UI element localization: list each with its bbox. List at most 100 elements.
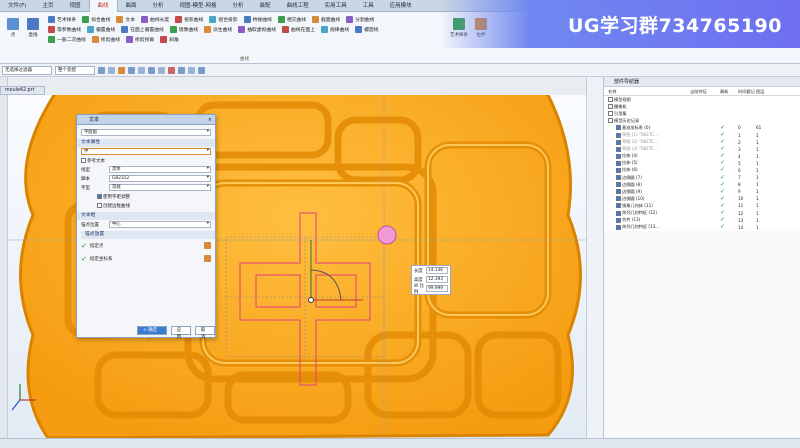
filter-select[interactable]: 无选择过滤器	[2, 65, 52, 75]
ribbon-item[interactable]: 在面上偏置曲线	[121, 25, 164, 34]
ribbon-item[interactable]: 抽取虚拟曲线	[238, 25, 276, 34]
csys-dialog-icon[interactable]	[204, 255, 211, 262]
apply-button[interactable]: 应用	[170, 326, 191, 340]
intersect-icon[interactable]	[158, 66, 165, 74]
ribbon-item[interactable]: 偏置曲线	[87, 25, 115, 34]
visibility-checkbox[interactable]	[608, 118, 613, 124]
ribbon-item[interactable]: 分割曲线	[346, 15, 374, 24]
ribbon-item[interactable]: 桥接曲线	[243, 15, 272, 24]
tree-row[interactable]: 镜像几何体 (11) ✓ 11 1	[604, 202, 800, 209]
menu-tab[interactable]: 曲线工程	[279, 0, 317, 12]
file-tab[interactable]: moule42.prt	[0, 86, 46, 95]
tree-row[interactable]: 边倒圆 (9) ✓ 9 1	[604, 188, 800, 195]
length-input[interactable]: 14.136	[426, 267, 448, 274]
ribbon-item[interactable]: 修剪曲线	[91, 35, 120, 44]
tree-row[interactable]: 草图 (3) "SKETC... ✓ 3 1	[604, 146, 800, 153]
menu-tab[interactable]: 视图	[61, 0, 88, 12]
ribbon-item[interactable]: 曲线长度	[141, 15, 169, 24]
ribbon-item[interactable]: 截面曲线	[312, 15, 340, 24]
tree-row[interactable]: 草图 (2) "SKETC... ✓ 2 1	[604, 139, 800, 146]
tree-row[interactable]: 引用集	[604, 110, 800, 117]
visibility-checkbox[interactable]	[616, 196, 621, 202]
kerning-checkbox[interactable]	[97, 194, 102, 199]
ref-text-checkbox[interactable]	[81, 158, 86, 163]
menu-tab[interactable]: 曲线	[88, 0, 118, 12]
type-select[interactable]: 平面副	[81, 129, 211, 136]
visibility-checkbox[interactable]	[616, 224, 621, 230]
visibility-checkbox[interactable]	[616, 132, 621, 138]
tree-row[interactable]: 模型历史记录	[604, 117, 800, 124]
frame-curve-checkbox[interactable]	[97, 203, 102, 208]
stop-icon[interactable]	[168, 66, 175, 74]
line-button[interactable]: 直线	[24, 18, 42, 48]
point-dialog-icon[interactable]	[204, 242, 211, 249]
ribbon-item[interactable]: 拟合曲线	[82, 15, 110, 24]
menu-tab[interactable]: 主页	[34, 0, 61, 12]
midpoint-icon[interactable]	[138, 66, 145, 74]
point-snap-icon[interactable]	[118, 66, 125, 74]
height-input[interactable]: 12.393	[426, 276, 448, 283]
scope-select[interactable]: 整个装配	[55, 65, 95, 75]
view-icon[interactable]	[178, 66, 185, 74]
close-icon[interactable]: ×	[208, 115, 212, 125]
ribbon-item[interactable]: 相交曲线	[277, 15, 306, 24]
tree-row[interactable]: 拉伸 (6) ✓ 6 1	[604, 167, 800, 174]
cancel-button[interactable]: 取消	[194, 326, 216, 340]
menu-tab[interactable]: 分析	[225, 0, 252, 12]
endpoint-icon[interactable]	[128, 66, 135, 74]
tree-row[interactable]: 摄像机	[604, 103, 800, 110]
visibility-checkbox[interactable]	[616, 160, 621, 166]
ok-button[interactable]: < 确定 >	[137, 326, 167, 340]
center-icon[interactable]	[148, 66, 155, 74]
tree-row[interactable]: 边倒圆 (8) ✓ 8 1	[604, 181, 800, 188]
ribbon-item[interactable]: 斜角	[160, 35, 179, 44]
snap-icon[interactable]	[108, 66, 115, 74]
ribbon-item[interactable]: 螺旋线	[355, 25, 379, 34]
ribbon-item[interactable]: 修剪拐角	[126, 35, 154, 44]
visibility-checkbox[interactable]	[616, 139, 621, 145]
tree-row[interactable]: 阵列几何特征 (12) ✓ 12 1	[604, 210, 800, 217]
ribbon-item[interactable]: 一般二次曲线	[48, 35, 86, 44]
visibility-checkbox[interactable]	[616, 203, 621, 209]
tree-row[interactable]: 拉伸 (4) ✓ 4 1	[604, 153, 800, 160]
visibility-checkbox[interactable]	[616, 153, 621, 159]
visibility-checkbox[interactable]	[616, 182, 621, 188]
point-button[interactable]: 点	[4, 18, 22, 48]
render-icon[interactable]	[188, 66, 195, 74]
ribbon-item[interactable]: 镜像曲线	[169, 25, 198, 34]
section-anchor-placement[interactable]: 锚点放置	[81, 231, 215, 239]
tree-row[interactable]: 拉伸 (5) ✓ 5 1	[604, 160, 800, 167]
style-select[interactable]: 常规	[109, 184, 211, 191]
tree-row[interactable]: 模型视图	[604, 96, 800, 103]
script-select[interactable]: GB2312	[109, 175, 211, 182]
visibility-checkbox[interactable]	[616, 175, 621, 181]
visibility-checkbox[interactable]	[616, 210, 621, 216]
visibility-checkbox[interactable]	[608, 97, 613, 103]
select-icon[interactable]	[98, 66, 105, 74]
menu-tab[interactable]: 文件(F)	[0, 0, 34, 12]
tree-row[interactable]: 合并 (13) ✓ 13 1	[604, 217, 800, 224]
ribbon-item[interactable]: 投影曲线	[175, 15, 203, 24]
menu-tab[interactable]: 实用工具	[317, 0, 355, 12]
visibility-checkbox[interactable]	[616, 167, 621, 173]
text-input[interactable]: 中	[81, 148, 211, 155]
ribbon-item[interactable]: 文本	[116, 15, 135, 24]
tree-row[interactable]: 边倒圆 (10) ✓ 10 1	[604, 195, 800, 202]
menu-tab[interactable]: 分析	[145, 0, 172, 12]
anchor-select[interactable]: 中心	[109, 221, 211, 228]
menu-tab[interactable]: 应用模块	[382, 0, 420, 12]
tree-row[interactable]: 阵列几何特征 [13... ✓ 14 1	[604, 224, 800, 231]
section-text-properties[interactable]: 文本属性	[77, 139, 215, 147]
visibility-checkbox[interactable]	[616, 146, 621, 152]
section-text-frame[interactable]: 文本框	[77, 212, 215, 220]
ribbon-item[interactable]: 等参数曲线	[48, 25, 81, 34]
width-scale-input[interactable]: 99.999	[426, 285, 448, 292]
tree-row[interactable]: 边倒圆 (7) ✓ 7 1	[604, 174, 800, 181]
menu-tab[interactable]: 视图-模型-网格	[172, 0, 225, 12]
ribbon-item[interactable]: 组合投影	[209, 15, 238, 24]
menu-tab[interactable]: 装配	[252, 0, 279, 12]
ribbon-item[interactable]: 曲线在面上	[282, 25, 315, 34]
ribbon-item[interactable]: 艺术样条	[48, 15, 76, 24]
visibility-checkbox[interactable]	[608, 111, 613, 117]
tree-row[interactable]: 草图 (1) "SKETC... ✓ 1 1	[604, 131, 800, 138]
